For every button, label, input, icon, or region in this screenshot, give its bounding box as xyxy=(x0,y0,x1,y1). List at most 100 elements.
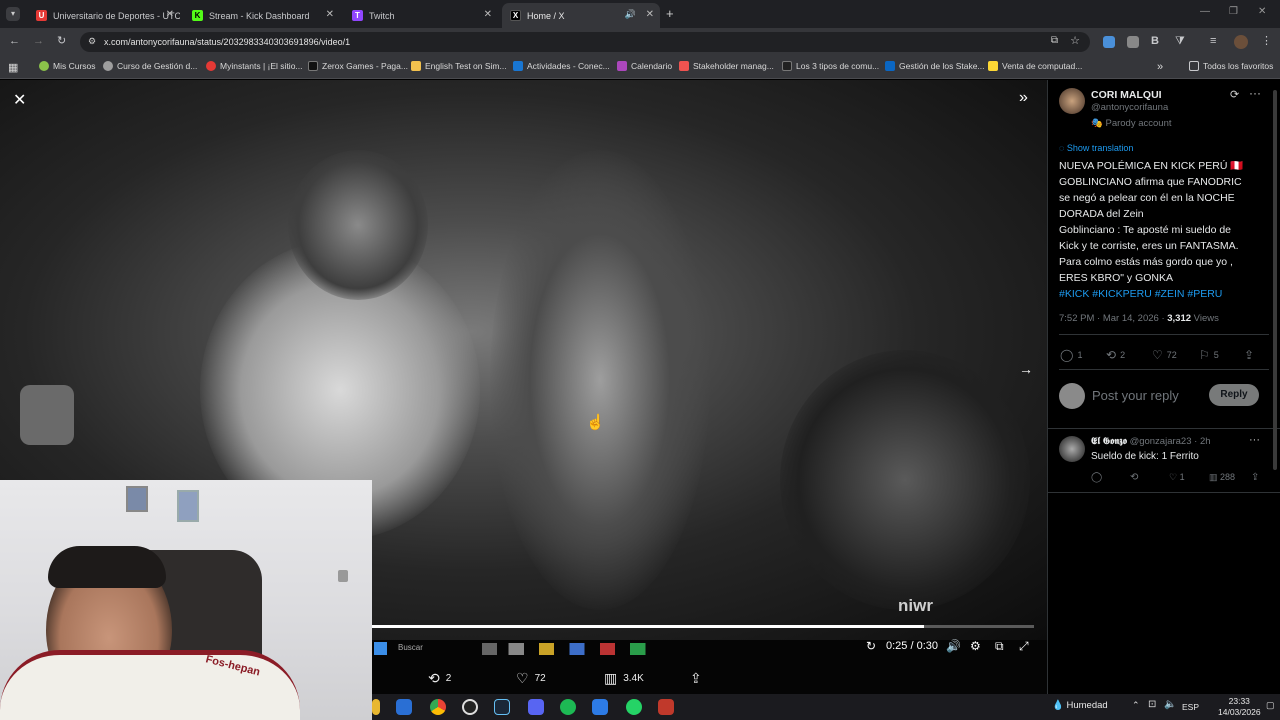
extension-icon[interactable] xyxy=(1127,36,1139,48)
close-window-icon[interactable]: ✕ xyxy=(1258,6,1266,17)
reply-input[interactable]: Post your reply xyxy=(1092,388,1179,403)
extension-b-icon[interactable]: B xyxy=(1151,34,1159,48)
bookmark-myinstants[interactable]: Myinstants | ¡El sitio... xyxy=(206,61,303,71)
minimize-icon[interactable]: — xyxy=(1200,6,1210,17)
fullscreen-icon[interactable]: ⤢ xyxy=(1019,639,1029,654)
install-app-icon[interactable]: ⧉ xyxy=(1051,35,1058,46)
close-icon[interactable]: ✕ xyxy=(484,9,492,20)
tray-chevron-icon[interactable]: ⌃ xyxy=(1132,700,1140,711)
notifications-icon[interactable]: ▢ xyxy=(1266,700,1275,711)
retweet-count[interactable]: ⟲ 2 xyxy=(1106,348,1125,362)
speaker-icon[interactable]: 🔊 xyxy=(625,9,636,20)
app-icon[interactable] xyxy=(658,699,674,715)
comment-share-icon[interactable]: ⇪ xyxy=(1251,472,1259,483)
site-info-icon[interactable]: ⚙ xyxy=(88,36,96,47)
picture-in-picture-icon[interactable]: ⧉ xyxy=(995,639,1004,654)
tab-kick-dashboard[interactable]: K Stream - Kick Dashboard ✕ xyxy=(184,3,340,28)
address-url[interactable]: x.com/antonycorifauna/status/20329833403… xyxy=(104,37,350,47)
close-icon[interactable]: ✕ xyxy=(646,9,654,20)
forward-arrow-icon[interactable]: → xyxy=(33,34,44,48)
spotify-icon[interactable] xyxy=(560,699,576,715)
my-avatar xyxy=(1059,383,1085,409)
tab-universitario[interactable]: U Universitario de Deportes - UTC ✕ xyxy=(28,3,180,28)
video-retweet-action[interactable]: ⟲ 2 xyxy=(428,670,451,687)
bookmark-zerox-games[interactable]: Zerox Games - Paga... xyxy=(308,61,408,71)
comment-views[interactable]: ▥ 288 xyxy=(1209,472,1235,483)
more-options-icon[interactable]: ··· xyxy=(1249,86,1261,100)
video-views-action[interactable]: ▥ 3.4K xyxy=(604,670,644,687)
new-tab-button[interactable]: + xyxy=(666,6,674,21)
extensions-puzzle-icon[interactable]: ⧩ xyxy=(1175,34,1185,48)
bookmark-english-test[interactable]: English Test on Sim... xyxy=(411,61,507,71)
clock[interactable]: 23:33 14/03/2026 xyxy=(1218,696,1261,718)
bookmark-curso-gestion[interactable]: Curso de Gestión d... xyxy=(103,61,197,71)
tab-twitch[interactable]: T Twitch ✕ xyxy=(344,3,498,28)
vpn-icon[interactable] xyxy=(592,699,608,715)
bookmark-star-icon[interactable]: ☆ xyxy=(1070,34,1080,47)
tab-home-x[interactable]: X Home / X 🔊 ✕ xyxy=(502,3,660,28)
commenter-handle[interactable]: @gonzajara23 · 2h xyxy=(1130,436,1211,447)
bookmark-stakeholder[interactable]: Stakeholder manag... xyxy=(679,61,774,71)
heart-icon: ♡ xyxy=(1152,348,1163,362)
bookmark-gestion-stakeholders[interactable]: Gestión de los Stake... xyxy=(885,61,985,71)
close-viewer-icon[interactable]: ✕ xyxy=(13,90,26,110)
bookmark-venta-computadoras[interactable]: Venta de computad... xyxy=(988,61,1082,71)
commenter-avatar[interactable] xyxy=(1059,436,1085,462)
author-handle[interactable]: @antonycorifauna xyxy=(1091,102,1168,113)
volume-icon[interactable]: 🔊 xyxy=(946,639,961,653)
author-name[interactable]: CORI MALQUI xyxy=(1091,89,1162,101)
next-media-arrow-icon[interactable]: → xyxy=(1019,361,1033,377)
video-share-action[interactable]: ⇪ xyxy=(690,670,702,687)
bookmarks-overflow-icon[interactable]: » xyxy=(1157,61,1163,73)
menu-kebab-icon[interactable]: ⋮ xyxy=(1261,34,1272,48)
expand-panel-icon[interactable]: » xyxy=(1019,89,1028,107)
discord-icon[interactable] xyxy=(528,699,544,715)
replay-icon[interactable]: ↻ xyxy=(866,639,876,653)
close-icon[interactable]: ✕ xyxy=(326,9,334,20)
address-bar[interactable]: ⚙ x.com/antonycorifauna/status/203298334… xyxy=(80,32,1090,52)
close-icon[interactable]: ✕ xyxy=(166,9,174,20)
profile-avatar-icon[interactable] xyxy=(1234,35,1248,49)
media-control-icon[interactable]: ≡ xyxy=(1210,34,1216,48)
bookmark-calendario[interactable]: Calendario xyxy=(617,61,672,71)
show-translation-link[interactable]: ◌ Show translation xyxy=(1059,143,1133,153)
bookmark-tipos-comunicacion[interactable]: Los 3 tipos de comu... xyxy=(782,61,879,71)
tweet-hashtags[interactable]: #KICK #KICKPERU #ZEIN #PERU xyxy=(1059,286,1264,302)
file-explorer-icon[interactable] xyxy=(372,699,380,715)
comment-reply-icon[interactable]: ◯ xyxy=(1091,472,1102,483)
apps-grid-icon[interactable]: ▦ xyxy=(8,61,18,74)
tab-search-button[interactable]: ▾ xyxy=(6,7,20,21)
author-avatar[interactable] xyxy=(1059,88,1085,114)
volume-tray-icon[interactable]: 🔈 xyxy=(1164,699,1176,710)
obs-icon[interactable] xyxy=(462,699,478,715)
steam-icon[interactable] xyxy=(494,699,510,715)
video-progress-bar[interactable] xyxy=(372,625,1034,628)
reload-icon[interactable]: ↻ xyxy=(57,34,66,48)
translate-icon: ◌ xyxy=(1059,143,1065,153)
settings-gear-icon[interactable]: ⚙ xyxy=(970,639,981,653)
store-icon[interactable] xyxy=(396,699,412,715)
share-button[interactable]: ⇪ xyxy=(1244,348,1254,362)
whatsapp-icon[interactable] xyxy=(626,699,642,715)
weather-widget[interactable]: 💧 Humedad xyxy=(1052,700,1108,711)
comment-like[interactable]: ♡ 1 xyxy=(1169,472,1185,483)
network-icon[interactable]: ⊡ xyxy=(1148,699,1156,710)
bookmark-all-favorites[interactable]: Todos los favoritos xyxy=(1189,61,1273,71)
bookmark-actividades[interactable]: Actividades - Conec... xyxy=(513,61,610,71)
bookmark-mis-cursos[interactable]: Mis Cursos xyxy=(39,61,96,71)
reply-count[interactable]: ◯ 1 xyxy=(1060,348,1082,362)
reply-button[interactable]: Reply xyxy=(1209,384,1259,406)
restore-icon[interactable]: ❐ xyxy=(1229,6,1238,17)
video-like-action[interactable]: ♡ 72 xyxy=(516,670,546,687)
comment-more-icon[interactable]: ··· xyxy=(1249,434,1260,446)
panel-scrollbar[interactable] xyxy=(1273,90,1277,470)
chrome-icon[interactable] xyxy=(430,699,446,715)
language-indicator[interactable]: ESP xyxy=(1182,702,1199,712)
like-count[interactable]: ♡ 72 xyxy=(1152,348,1177,362)
bookmark-count[interactable]: ⚐ 5 xyxy=(1199,348,1219,362)
grok-icon[interactable]: ⟳ xyxy=(1230,88,1239,101)
comment-retweet-icon[interactable]: ⟲ xyxy=(1130,472,1138,483)
back-arrow-icon[interactable]: ← xyxy=(9,34,20,48)
commenter-name[interactable]: 𝕰𝖑 𝕲𝖔𝖓𝖟𝖔 xyxy=(1091,436,1127,447)
extension-icon[interactable] xyxy=(1103,36,1115,48)
